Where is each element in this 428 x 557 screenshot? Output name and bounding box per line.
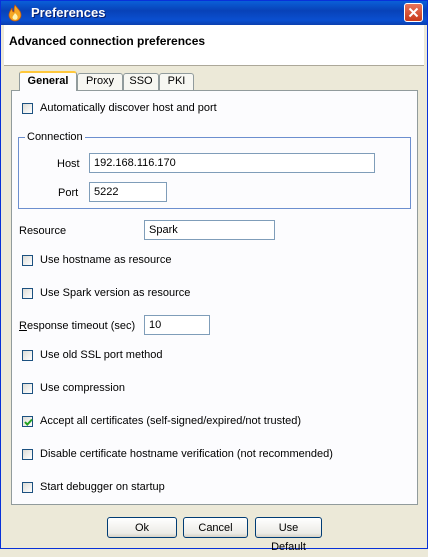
disable-hostname-verification-label: Disable certificate hostname verificatio… bbox=[40, 448, 333, 460]
disable-hostname-verification-checkbox[interactable] bbox=[22, 449, 33, 460]
start-debugger-checkbox[interactable] bbox=[22, 482, 33, 493]
window-title: Preferences bbox=[31, 5, 106, 20]
cancel-button[interactable]: Cancel bbox=[183, 517, 248, 538]
use-spark-version-checkbox[interactable] bbox=[22, 288, 33, 299]
compression-label: Use compression bbox=[40, 382, 125, 394]
connection-legend: Connection bbox=[25, 131, 85, 143]
title-bar[interactable]: Preferences bbox=[1, 1, 427, 25]
response-timeout-label: Response timeout (sec) bbox=[19, 320, 135, 332]
host-input[interactable] bbox=[89, 153, 375, 173]
use-default-button[interactable]: Use Default bbox=[255, 517, 322, 553]
close-icon bbox=[408, 7, 419, 18]
accept-certs-checkbox[interactable] bbox=[22, 416, 33, 427]
tab-pki[interactable]: PKI bbox=[159, 73, 194, 90]
header-panel: Advanced connection preferences bbox=[4, 25, 424, 66]
response-timeout-input[interactable] bbox=[144, 315, 210, 335]
tab-proxy[interactable]: Proxy bbox=[77, 73, 123, 90]
compression-checkbox[interactable] bbox=[22, 383, 33, 394]
spark-flame-icon bbox=[6, 4, 24, 22]
auto-discover-label: Automatically discover host and port bbox=[40, 102, 217, 114]
use-hostname-checkbox[interactable] bbox=[22, 255, 33, 266]
auto-discover-checkbox[interactable] bbox=[22, 103, 33, 114]
host-label: Host bbox=[57, 158, 80, 170]
port-label: Port bbox=[58, 187, 79, 199]
port-input[interactable] bbox=[89, 182, 167, 202]
checkmark-icon bbox=[24, 418, 33, 426]
close-button[interactable] bbox=[404, 3, 423, 22]
old-ssl-label: Use old SSL port method bbox=[40, 349, 163, 361]
resource-label: Resource bbox=[19, 225, 67, 237]
header-title: Advanced connection preferences bbox=[9, 34, 206, 48]
old-ssl-checkbox[interactable] bbox=[22, 350, 33, 361]
connection-group: Connection Host Port bbox=[18, 131, 411, 209]
tab-sso[interactable]: SSO bbox=[123, 73, 159, 90]
use-hostname-label: Use hostname as resource bbox=[40, 254, 172, 266]
preferences-window: Preferences Advanced connection preferen… bbox=[0, 0, 428, 553]
response-timeout-label-text: esponse timeout (sec) bbox=[26, 320, 136, 332]
ok-button[interactable]: Ok bbox=[107, 517, 177, 538]
accept-certs-label: Accept all certificates (self-signed/exp… bbox=[40, 415, 302, 427]
use-spark-version-label: Use Spark version as resource bbox=[40, 287, 191, 299]
start-debugger-label: Start debugger on startup bbox=[40, 481, 165, 493]
general-tab-panel: Automatically discover host and port Con… bbox=[11, 90, 418, 505]
resource-input[interactable] bbox=[144, 220, 275, 240]
response-timeout-mnemonic: R bbox=[19, 320, 27, 332]
tab-general[interactable]: General bbox=[19, 71, 77, 91]
